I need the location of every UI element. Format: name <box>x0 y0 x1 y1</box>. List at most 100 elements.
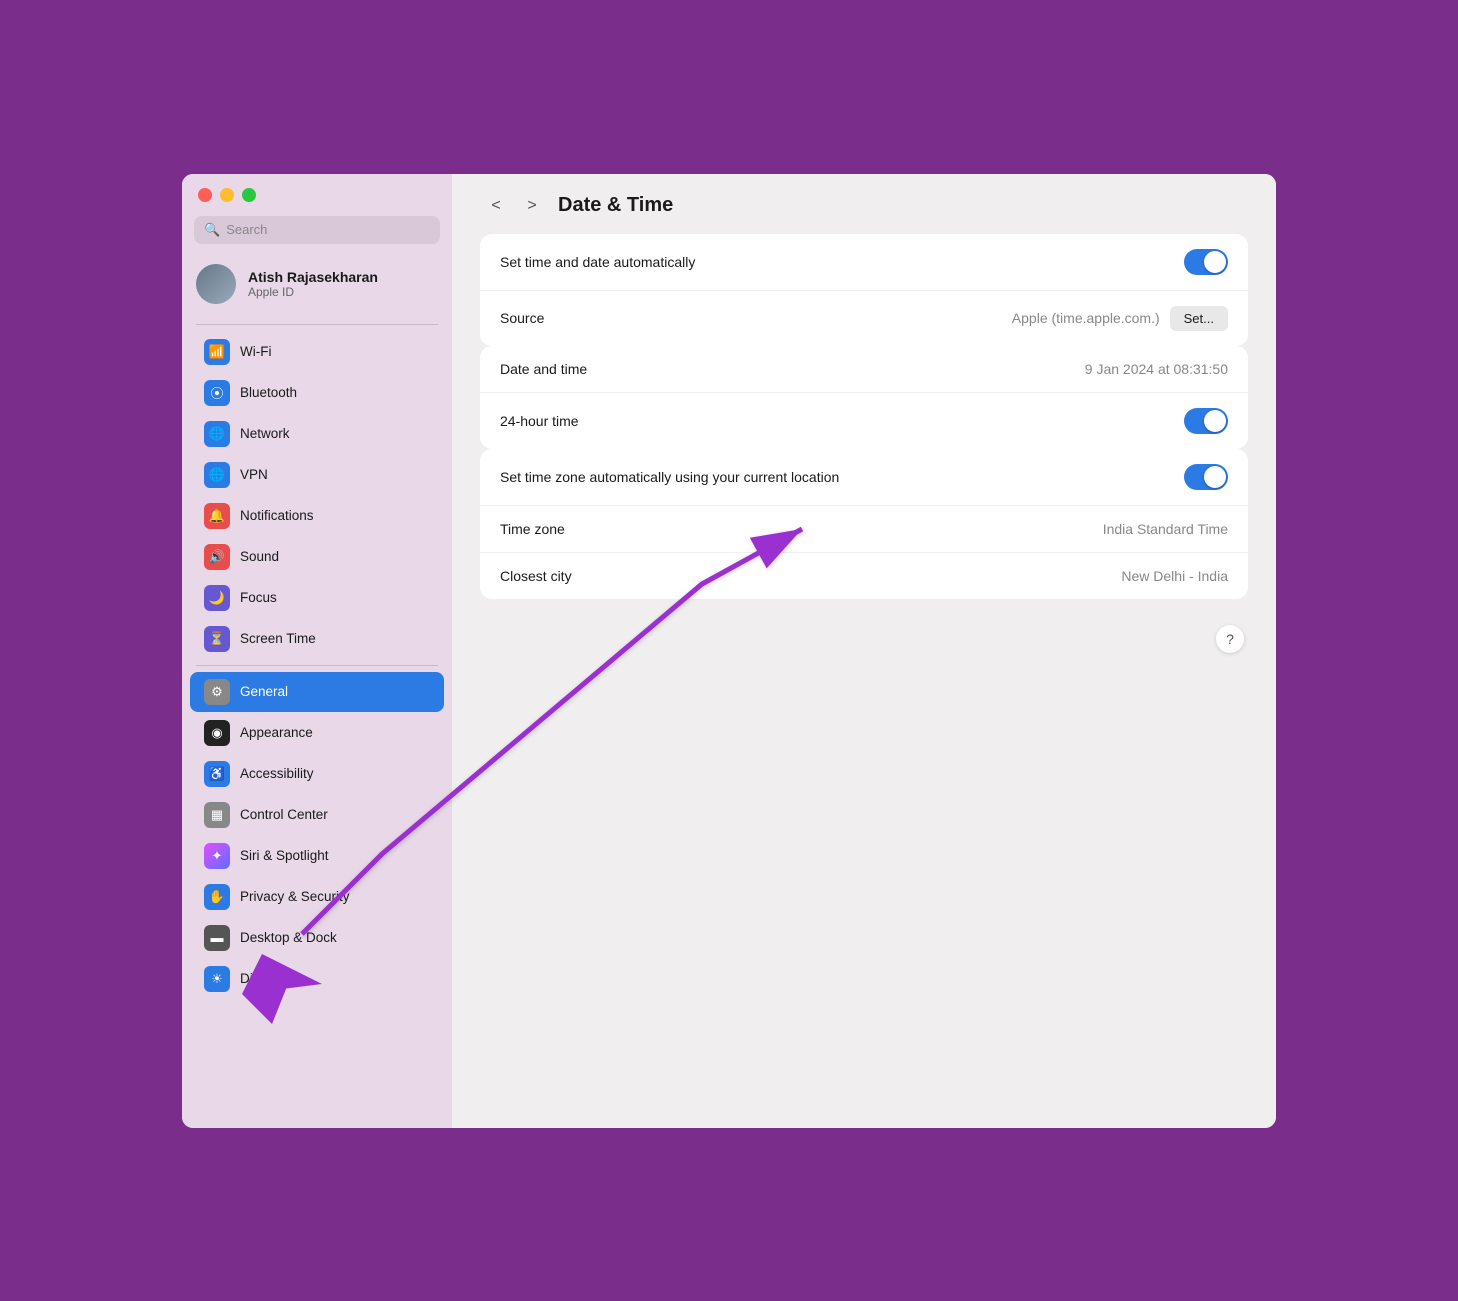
row-timezone: Time zone India Standard Time <box>480 506 1248 553</box>
sidebar-item-appearance[interactable]: ◉Appearance <box>190 713 444 753</box>
sidebar-item-notifications[interactable]: 🔔 Notifications <box>190 496 444 536</box>
focus-icon: 🌙 <box>204 585 230 611</box>
auto-time-right <box>1184 249 1228 275</box>
sidebar-item-bluetooth[interactable]: ⦿ Bluetooth <box>190 373 444 413</box>
controlcenter-icon: ▦ <box>204 802 230 828</box>
avatar-image <box>196 264 236 304</box>
search-bar[interactable]: 🔍 Search <box>194 216 440 244</box>
date-time-label: Date and time <box>500 361 587 377</box>
row-closest-city: Closest city New Delhi - India <box>480 553 1248 599</box>
help-button[interactable]: ? <box>1216 625 1244 653</box>
controlcenter-label: Control Center <box>240 807 328 822</box>
sidebar-items-container: 📶Wi-Fi ⦿ Bluetooth 🌐 Network 🌐 VPN 🔔 Notificatio… <box>182 331 452 1000</box>
sidebar-item-network[interactable]: 🌐 Network <box>190 414 444 454</box>
main-content: < > Date & Time Set time and date automa… <box>452 174 1276 1128</box>
row-auto-time: Set time and date automatically <box>480 234 1248 291</box>
closest-city-right: New Delhi - India <box>1121 568 1228 584</box>
notifications-icon: 🔔 <box>204 503 230 529</box>
search-placeholder: Search <box>226 222 430 237</box>
forward-button[interactable]: > <box>518 192 546 220</box>
auto-timezone-toggle[interactable] <box>1184 464 1228 490</box>
search-icon: 🔍 <box>204 222 220 238</box>
sound-icon: 🔊 <box>204 544 230 570</box>
auto-timezone-label: Set time zone automatically using your c… <box>500 469 839 485</box>
source-value: Apple (time.apple.com.) <box>1012 310 1160 326</box>
sidebar-item-vpn[interactable]: 🌐 VPN <box>190 455 444 495</box>
network-icon: 🌐 <box>204 421 230 447</box>
user-info: Atish Rajasekharan Apple ID <box>248 269 378 299</box>
sidebar-item-sound[interactable]: 🔊 Sound <box>190 537 444 577</box>
sidebar-item-desktop[interactable]: ▬ Desktop & Dock <box>190 918 444 958</box>
wifi-icon: 📶 <box>204 339 230 365</box>
vpn-icon: 🌐 <box>204 462 230 488</box>
focus-label: Focus <box>240 590 277 605</box>
siri-label: Siri & Spotlight <box>240 848 329 863</box>
sound-label: Sound <box>240 549 279 564</box>
row-source: Source Apple (time.apple.com.) Set... <box>480 291 1248 346</box>
24hr-right <box>1184 408 1228 434</box>
siri-icon: ✦ <box>204 843 230 869</box>
general-icon: ⚙ <box>204 679 230 705</box>
timezone-label: Time zone <box>500 521 565 537</box>
back-button[interactable]: < <box>482 192 510 220</box>
network-label: Network <box>240 426 290 441</box>
bluetooth-icon: ⦿ <box>204 380 230 406</box>
main-body: Set time and date automatically Source App… <box>452 234 1276 691</box>
privacy-icon: ✋ <box>204 884 230 910</box>
bluetooth-label: Bluetooth <box>240 385 297 400</box>
sidebar-item-privacy[interactable]: ✋ Privacy & Security <box>190 877 444 917</box>
avatar <box>196 264 236 304</box>
accessibility-label: Accessibility <box>240 766 314 781</box>
sidebar-item-screentime[interactable]: ⏳Screen Time <box>190 619 444 659</box>
source-right: Apple (time.apple.com.) Set... <box>1012 306 1228 331</box>
sidebar: 🔍 Search Atish Rajasekharan Apple ID 📶Wi… <box>182 174 452 1128</box>
sidebar-item-siri[interactable]: ✦ Siri & Spotlight <box>190 836 444 876</box>
24hr-toggle[interactable] <box>1184 408 1228 434</box>
sidebar-divider-general <box>196 665 438 666</box>
auto-time-toggle[interactable] <box>1184 249 1228 275</box>
app-window: 🔍 Search Atish Rajasekharan Apple ID 📶Wi… <box>179 171 1279 1131</box>
auto-timezone-right <box>1184 464 1228 490</box>
page-title: Date & Time <box>558 194 673 217</box>
sidebar-item-wifi[interactable]: 📶Wi-Fi <box>190 332 444 372</box>
row-24hr: 24-hour time <box>480 393 1248 449</box>
closest-city-label: Closest city <box>500 568 572 584</box>
24hr-label: 24-hour time <box>500 413 579 429</box>
date-time-value: 9 Jan 2024 at 08:31:50 <box>1085 361 1228 377</box>
sidebar-divider-1 <box>196 324 438 325</box>
card-auto-time-card: Set time and date automatically Source App… <box>480 234 1248 346</box>
help-btn-container: ? <box>480 615 1248 663</box>
desktop-icon: ▬ <box>204 925 230 951</box>
auto-time-label: Set time and date automatically <box>500 254 695 270</box>
traffic-lights <box>182 188 452 216</box>
sidebar-item-focus[interactable]: 🌙 Focus <box>190 578 444 618</box>
user-profile[interactable]: Atish Rajasekharan Apple ID <box>182 258 452 310</box>
cards-container: Set time and date automatically Source App… <box>480 234 1248 599</box>
timezone-value: India Standard Time <box>1103 521 1228 537</box>
privacy-label: Privacy & Security <box>240 889 350 904</box>
notifications-label: Notifications <box>240 508 314 523</box>
vpn-label: VPN <box>240 467 268 482</box>
appearance-label: Appearance <box>240 725 313 740</box>
source-button[interactable]: Set... <box>1170 306 1228 331</box>
date-time-right: 9 Jan 2024 at 08:31:50 <box>1085 361 1228 377</box>
minimize-button[interactable] <box>220 188 234 202</box>
general-label: General <box>240 684 288 699</box>
sidebar-item-accessibility[interactable]: ♿Accessibility <box>190 754 444 794</box>
row-auto-timezone: Set time zone automatically using your c… <box>480 449 1248 506</box>
sidebar-item-displays[interactable]: ☀ Displays <box>190 959 444 999</box>
screentime-icon: ⏳ <box>204 626 230 652</box>
desktop-label: Desktop & Dock <box>240 930 337 945</box>
sidebar-item-controlcenter[interactable]: ▦ Control Center <box>190 795 444 835</box>
close-button[interactable] <box>198 188 212 202</box>
sidebar-item-general[interactable]: ⚙ General <box>190 672 444 712</box>
row-date-time: Date and time 9 Jan 2024 at 08:31:50 <box>480 346 1248 393</box>
displays-label: Displays <box>240 971 291 986</box>
card-timezone-card: Set time zone automatically using your c… <box>480 449 1248 599</box>
source-label: Source <box>500 310 544 326</box>
user-sub: Apple ID <box>248 285 378 299</box>
displays-icon: ☀ <box>204 966 230 992</box>
maximize-button[interactable] <box>242 188 256 202</box>
card-datetime-card: Date and time 9 Jan 2024 at 08:31:50 24-ho… <box>480 346 1248 449</box>
main-header: < > Date & Time <box>452 174 1276 234</box>
